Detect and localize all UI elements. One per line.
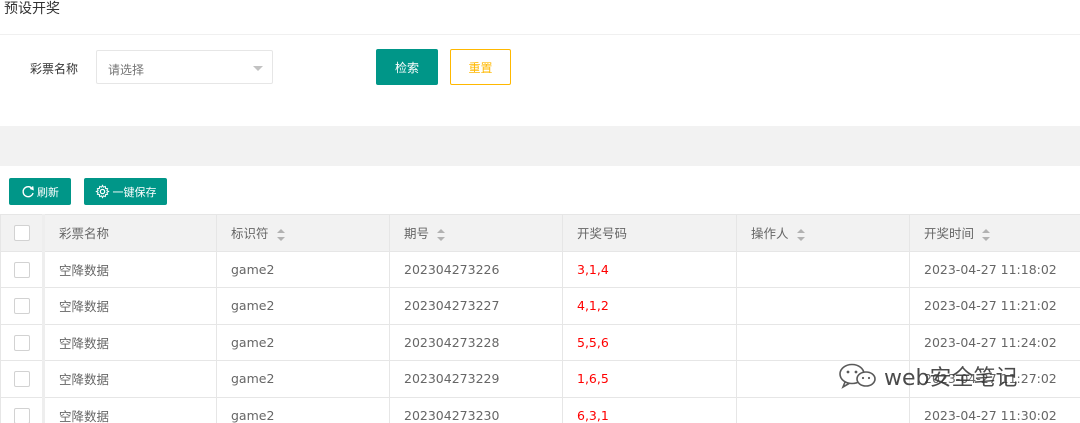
row-checkbox[interactable] [13, 407, 30, 423]
cell-period: 202304273230 [389, 396, 563, 423]
cell-period: 202304273229 [389, 360, 563, 398]
column-header-time[interactable]: 开奖时间 [909, 214, 1080, 252]
cell-draw-numbers: 6,3,1 [562, 396, 737, 423]
lottery-name-select[interactable]: 请选择 [96, 50, 273, 84]
cell-operator [736, 287, 910, 325]
lottery-name-label: 彩票名称 [30, 62, 79, 76]
select-all-checkbox-cell[interactable] [0, 214, 45, 252]
select-placeholder: 请选择 [108, 63, 145, 77]
reset-button[interactable]: 重置 [450, 49, 511, 85]
save-all-label: 一键保存 [112, 185, 157, 199]
section-divider [0, 126, 1080, 166]
cell-identifier: game2 [216, 250, 390, 288]
row-checkbox-cell[interactable] [0, 396, 45, 423]
table-row: 空降数据 game2 202304273230 6,3,1 2023-04-27… [0, 396, 1080, 423]
cell-operator [736, 250, 910, 288]
cell-draw-numbers: 3,1,4 [562, 250, 737, 288]
cell-draw-time: 2023-04-27 11:30:02 [909, 396, 1080, 423]
cell-draw-numbers: 4,1,2 [562, 287, 737, 325]
cell-period: 202304273227 [389, 287, 563, 325]
cell-draw-numbers: 1,6,5 [562, 360, 737, 398]
cell-identifier: game2 [216, 396, 390, 423]
sort-icon[interactable] [276, 228, 285, 241]
search-form: 彩票名称 请选择 检索 重置 [0, 34, 1080, 126]
sort-icon[interactable] [437, 228, 446, 241]
refresh-button[interactable]: 刷新 [9, 178, 71, 205]
row-checkbox-cell[interactable] [0, 360, 45, 398]
row-checkbox-cell[interactable] [0, 250, 45, 288]
sort-icon[interactable] [982, 228, 991, 241]
wechat-icon [839, 363, 876, 389]
chevron-down-icon [253, 66, 263, 71]
watermark-text: web安全笔记 [884, 366, 1018, 391]
row-checkbox-cell[interactable] [0, 287, 45, 325]
cell-name: 空降数据 [43, 250, 217, 288]
table-row: 空降数据 game2 202304273228 5,5,6 2023-04-27… [0, 323, 1080, 361]
table-row: 空降数据 game2 202304273227 4,1,2 2023-04-27… [0, 287, 1080, 325]
select-all-checkbox[interactable] [13, 225, 30, 241]
cell-name: 空降数据 [43, 323, 217, 361]
search-button[interactable]: 检索 [376, 49, 438, 85]
cell-name: 空降数据 [43, 287, 217, 325]
cell-operator [736, 323, 910, 361]
refresh-icon [22, 185, 34, 197]
column-header-numbers: 开奖号码 [562, 214, 737, 252]
cell-draw-time: 2023-04-27 11:24:02 [909, 323, 1080, 361]
cell-identifier: game2 [216, 360, 390, 398]
table-toolbar: 刷新 一键保存 [0, 166, 1080, 214]
row-checkbox[interactable] [13, 261, 30, 278]
table-row: 空降数据 game2 202304273226 3,1,4 2023-04-27… [0, 250, 1080, 288]
table-header-row: 彩票名称 标识符 期号 开奖号码 操作人 开奖时间 [0, 214, 1080, 252]
cell-operator [736, 396, 910, 423]
row-checkbox[interactable] [13, 371, 30, 387]
cell-name: 空降数据 [43, 396, 217, 423]
cell-identifier: game2 [216, 323, 390, 361]
cell-draw-time: 2023-04-27 11:21:02 [909, 287, 1080, 325]
save-all-button[interactable]: 一键保存 [84, 178, 167, 205]
column-header-period[interactable]: 期号 [389, 214, 563, 252]
column-header-name: 彩票名称 [43, 214, 217, 252]
page-title: 预设开奖 [4, 1, 60, 17]
cell-draw-numbers: 5,5,6 [562, 323, 737, 361]
row-checkbox[interactable] [13, 298, 30, 314]
column-header-identifier[interactable]: 标识符 [216, 214, 390, 252]
cell-period: 202304273228 [389, 323, 563, 361]
cell-identifier: game2 [216, 287, 390, 325]
row-checkbox[interactable] [13, 334, 30, 351]
refresh-label: 刷新 [37, 185, 59, 199]
column-header-operator[interactable]: 操作人 [736, 214, 910, 252]
watermark: web安全笔记 [838, 360, 1018, 392]
gear-icon [94, 184, 110, 199]
cell-draw-time: 2023-04-27 11:18:02 [909, 250, 1080, 288]
sort-icon[interactable] [796, 228, 805, 241]
row-checkbox-cell[interactable] [0, 323, 45, 361]
cell-name: 空降数据 [43, 360, 217, 398]
cell-period: 202304273226 [389, 250, 563, 288]
